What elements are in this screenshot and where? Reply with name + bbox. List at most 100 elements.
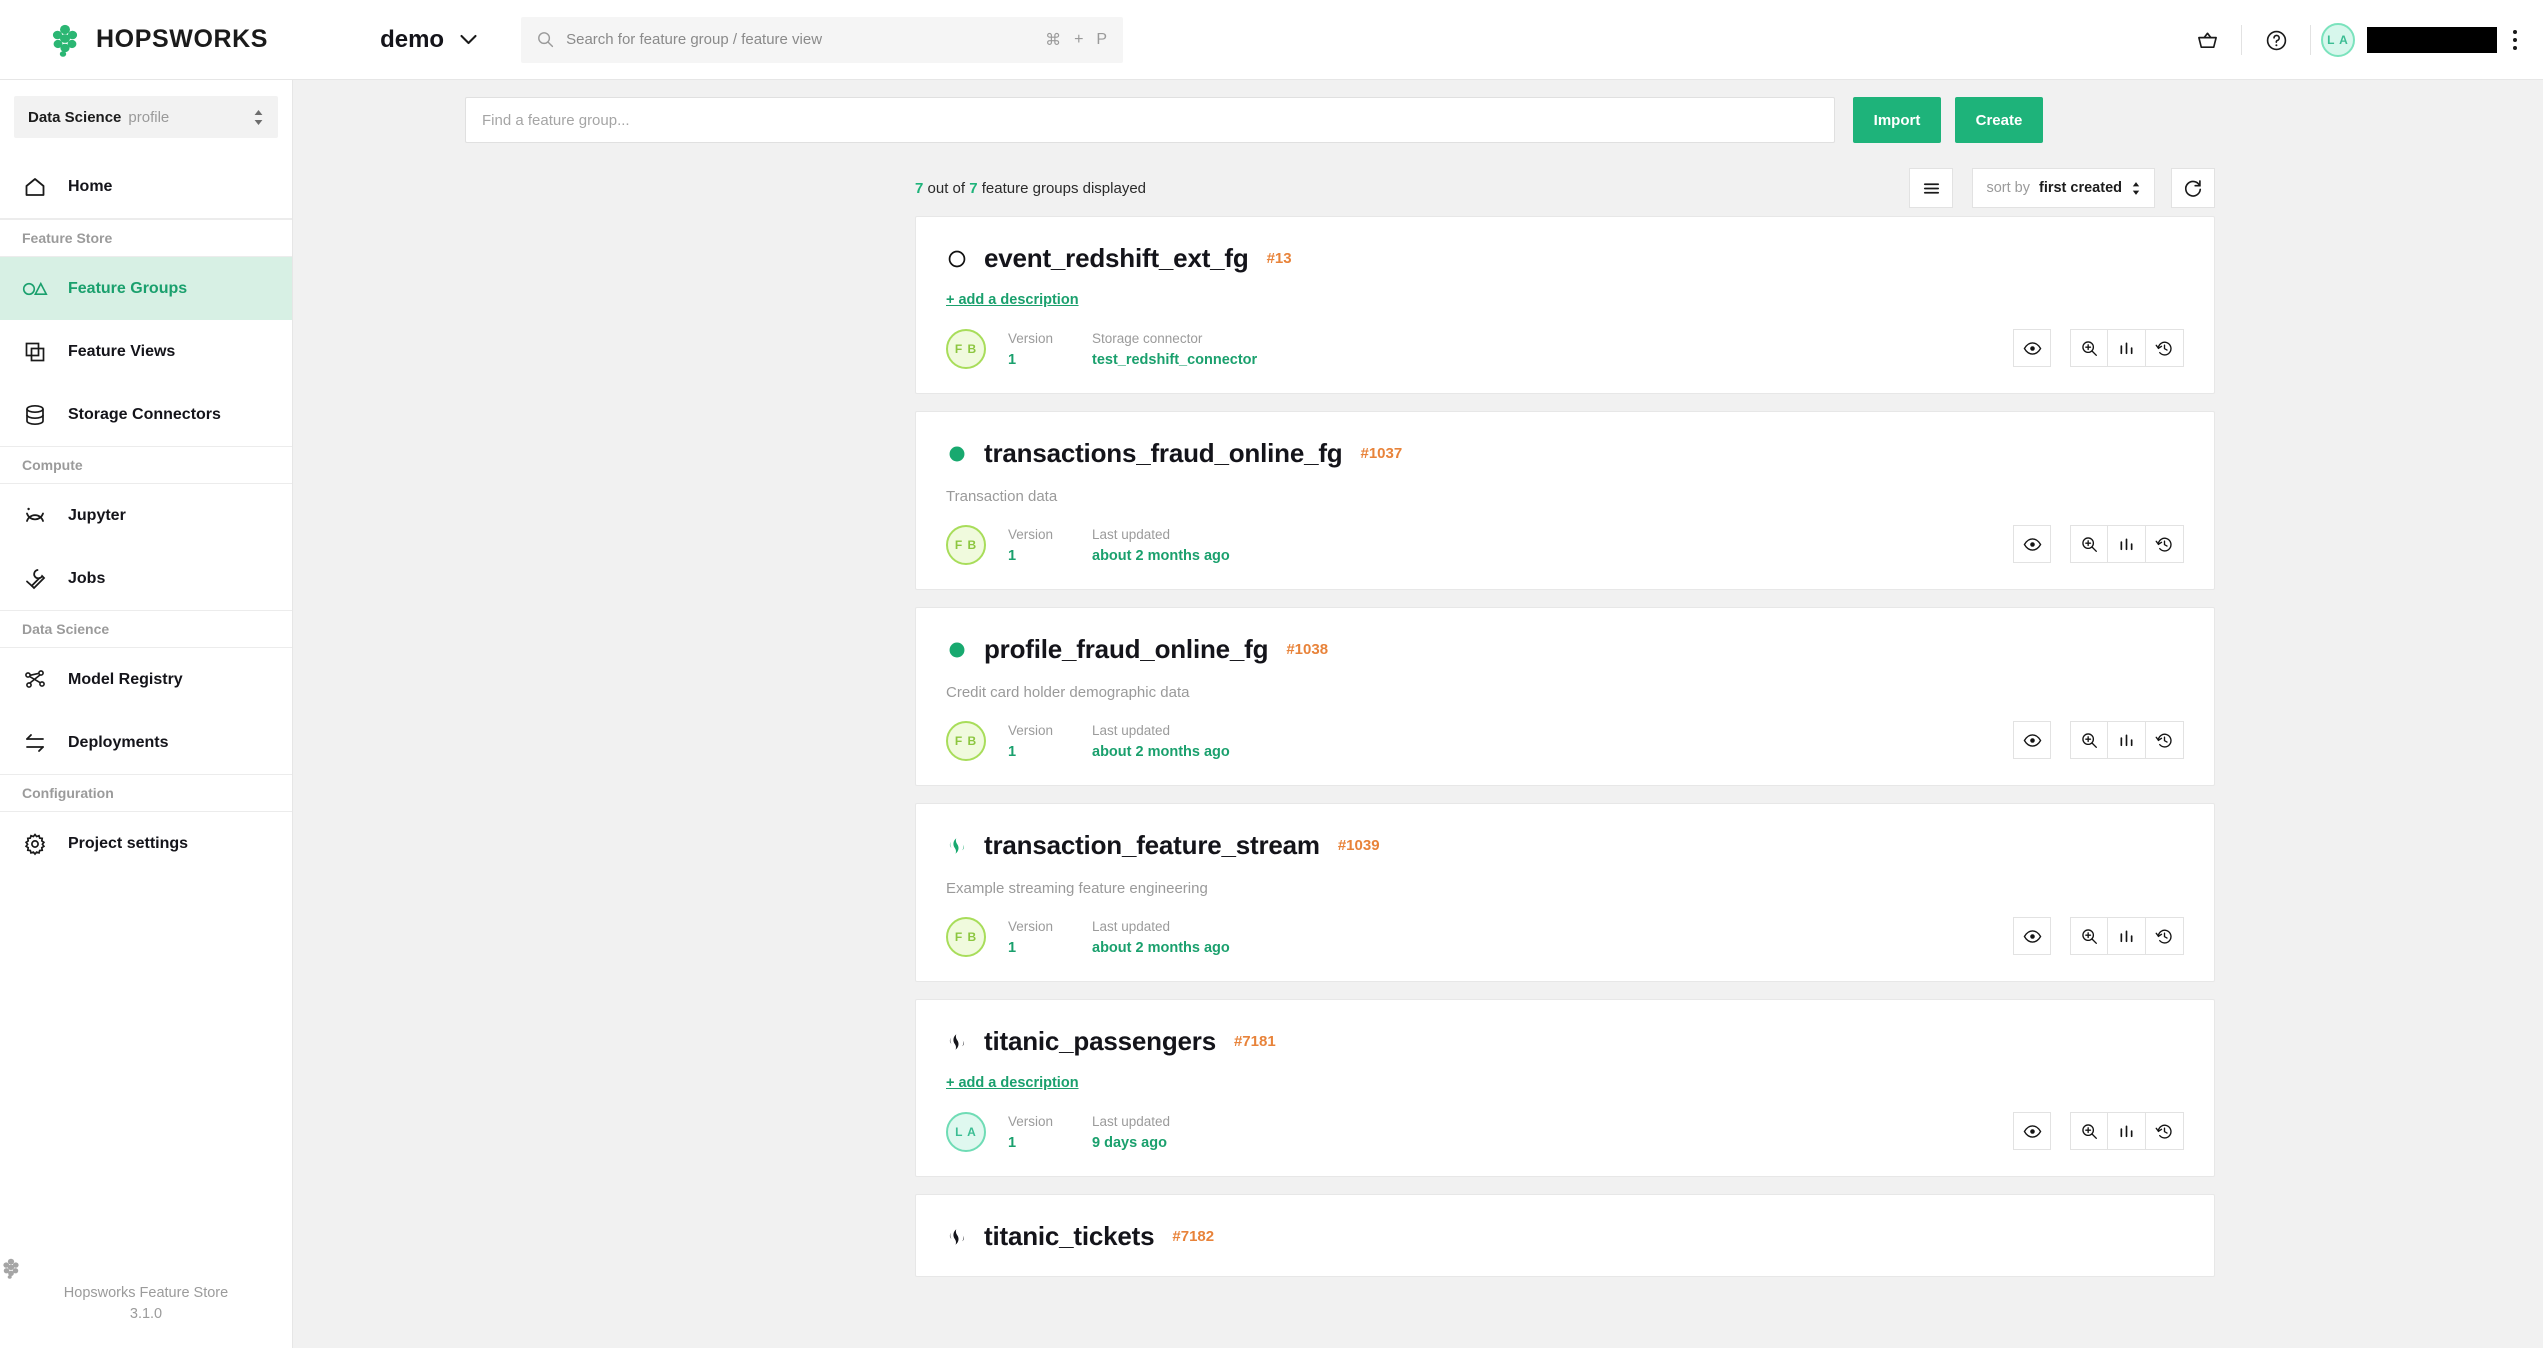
sidebar-item-model-registry[interactable]: Model Registry <box>0 648 292 711</box>
owner-avatar: F B <box>946 721 986 761</box>
feature-group-card[interactable]: transactions_fraud_online_fg #1037 Trans… <box>915 411 2215 590</box>
feature-group-name[interactable]: titanic_passengers <box>984 1026 1216 1057</box>
history-clock-icon[interactable] <box>2146 1112 2184 1150</box>
sidebar-item-project-settings[interactable]: Project settings <box>0 812 292 875</box>
feature-groups-icon <box>22 276 48 302</box>
secondary-value[interactable]: about 2 months ago <box>1092 744 1230 760</box>
feature-group-card[interactable]: transaction_feature_stream #1039 Example… <box>915 803 2215 982</box>
circle-outline-icon <box>946 248 968 270</box>
eye-icon[interactable] <box>2013 721 2051 759</box>
add-description-link[interactable]: + add a description <box>946 1075 1079 1091</box>
sort-dropdown[interactable]: sort by first created <box>1972 168 2155 208</box>
sort-label: sort by <box>1986 180 2030 196</box>
magnifier-plus-icon[interactable] <box>2070 721 2108 759</box>
sidebar-item-feature-views[interactable]: Feature Views <box>0 320 292 383</box>
card-meta: F B Version 1 Storage connector test_red… <box>946 329 2184 369</box>
sidebar-item-jobs[interactable]: Jobs <box>0 547 292 610</box>
import-button[interactable]: Import <box>1853 97 1941 143</box>
help-circle-icon[interactable] <box>2252 16 2300 64</box>
stream-icon <box>946 1226 968 1248</box>
feature-group-name[interactable]: transaction_feature_stream <box>984 830 1320 861</box>
eye-icon[interactable] <box>2013 1112 2051 1150</box>
history-clock-icon[interactable] <box>2146 329 2184 367</box>
secondary-value[interactable]: test_redshift_connector <box>1092 352 1257 368</box>
secondary-value[interactable]: about 2 months ago <box>1092 548 1230 564</box>
version-label: Version <box>1008 527 1070 542</box>
feature-group-card[interactable]: titanic_tickets #7182 <box>915 1194 2215 1277</box>
result-count-text: 7 out of 7 feature groups displayed <box>915 180 1909 197</box>
circle-filled-icon <box>946 443 968 465</box>
card-title-row: transaction_feature_stream #1039 <box>946 830 2184 861</box>
sidebar-item-label-feature-views: Feature Views <box>68 343 175 361</box>
secondary-value[interactable]: 9 days ago <box>1092 1135 1170 1151</box>
project-name: demo <box>380 26 444 54</box>
bar-chart-icon[interactable] <box>2108 721 2146 759</box>
history-clock-icon[interactable] <box>2146 917 2184 955</box>
secondary-field: Last updated about 2 months ago <box>1092 527 1230 564</box>
version-value: 1 <box>1008 352 1070 368</box>
feature-group-name[interactable]: titanic_tickets <box>984 1221 1154 1252</box>
main-scroll-area[interactable]: Find a feature group... Import Create 7 … <box>293 80 2543 1348</box>
feature-group-name[interactable]: transactions_fraud_online_fg <box>984 438 1342 469</box>
list-view-icon[interactable] <box>1909 168 1953 208</box>
sidebar-item-storage-connectors[interactable]: Storage Connectors <box>0 383 292 446</box>
basket-icon[interactable] <box>2183 16 2231 64</box>
chevron-down-icon <box>460 34 477 45</box>
create-button[interactable]: Create <box>1955 97 2043 143</box>
history-clock-icon[interactable] <box>2146 721 2184 759</box>
feature-group-name[interactable]: event_redshift_ext_fg <box>984 243 1249 274</box>
project-selector[interactable]: demo <box>380 26 477 54</box>
page-body: Data Science profile Home Feature Store … <box>0 80 2543 1348</box>
toolbar-divider-2 <box>2310 25 2311 55</box>
feature-group-card[interactable]: profile_fraud_online_fg #1038 Credit car… <box>915 607 2215 786</box>
sidebar-item-feature-groups[interactable]: Feature Groups <box>0 257 292 320</box>
brand-name: HOPSWORKS <box>96 25 268 54</box>
sidebar-item-jupyter[interactable]: Jupyter <box>0 484 292 547</box>
shortcut-plus-key: + <box>1074 31 1083 49</box>
feature-group-card[interactable]: titanic_passengers #7181 + add a descrip… <box>915 999 2215 1177</box>
bar-chart-icon[interactable] <box>2108 329 2146 367</box>
sidebar-item-home[interactable]: Home <box>0 156 292 219</box>
bar-chart-icon[interactable] <box>2108 525 2146 563</box>
avatar[interactable]: L A <box>2321 23 2355 57</box>
add-description-link[interactable]: + add a description <box>946 292 1079 308</box>
magnifier-plus-icon[interactable] <box>2070 917 2108 955</box>
search-shortcut-hint: ⌘ + P <box>1045 30 1107 50</box>
find-feature-group-input[interactable]: Find a feature group... <box>465 97 1835 143</box>
refresh-icon[interactable] <box>2171 168 2215 208</box>
profile-selector[interactable]: Data Science profile <box>14 96 278 138</box>
version-label: Version <box>1008 331 1070 346</box>
feature-group-list: event_redshift_ext_fg #13 + add a descri… <box>293 216 2543 1277</box>
feature-group-id: #1038 <box>1286 641 1328 658</box>
brand-logo[interactable]: HOPSWORKS <box>48 23 268 57</box>
card-title-row: titanic_passengers #7181 <box>946 1026 2184 1057</box>
secondary-label: Last updated <box>1092 1114 1170 1129</box>
card-meta: F B Version 1 Last updated about 2 month… <box>946 721 2184 761</box>
kebab-menu-icon[interactable] <box>2513 30 2517 50</box>
secondary-field: Storage connector test_redshift_connecto… <box>1092 331 1257 368</box>
footer-version: 3.1.0 <box>0 1304 292 1326</box>
feature-group-card[interactable]: event_redshift_ext_fg #13 + add a descri… <box>915 216 2215 394</box>
secondary-value[interactable]: about 2 months ago <box>1092 940 1230 956</box>
card-title-row: transactions_fraud_online_fg #1037 <box>946 438 2184 469</box>
version-label: Version <box>1008 919 1070 934</box>
eye-icon[interactable] <box>2013 917 2051 955</box>
global-search-input[interactable]: Search for feature group / feature view … <box>521 17 1123 63</box>
history-clock-icon[interactable] <box>2146 525 2184 563</box>
bar-chart-icon[interactable] <box>2108 1112 2146 1150</box>
version-field: Version 1 <box>1008 723 1070 760</box>
sidebar-item-label-model-registry: Model Registry <box>68 671 183 689</box>
hops-logo-gray-icon <box>0 1257 292 1279</box>
eye-icon[interactable] <box>2013 525 2051 563</box>
magnifier-plus-icon[interactable] <box>2070 329 2108 367</box>
version-field: Version 1 <box>1008 1114 1070 1151</box>
eye-icon[interactable] <box>2013 329 2051 367</box>
magnifier-plus-icon[interactable] <box>2070 525 2108 563</box>
feature-group-name[interactable]: profile_fraud_online_fg <box>984 634 1268 665</box>
shortcut-cmd-key: ⌘ <box>1045 30 1061 50</box>
bar-chart-icon[interactable] <box>2108 917 2146 955</box>
sidebar-item-deployments[interactable]: Deployments <box>0 711 292 774</box>
magnifier-plus-icon[interactable] <box>2070 1112 2108 1150</box>
count-suffix: feature groups displayed <box>982 180 1146 197</box>
sidebar-item-label-storage-connectors: Storage Connectors <box>68 406 221 424</box>
